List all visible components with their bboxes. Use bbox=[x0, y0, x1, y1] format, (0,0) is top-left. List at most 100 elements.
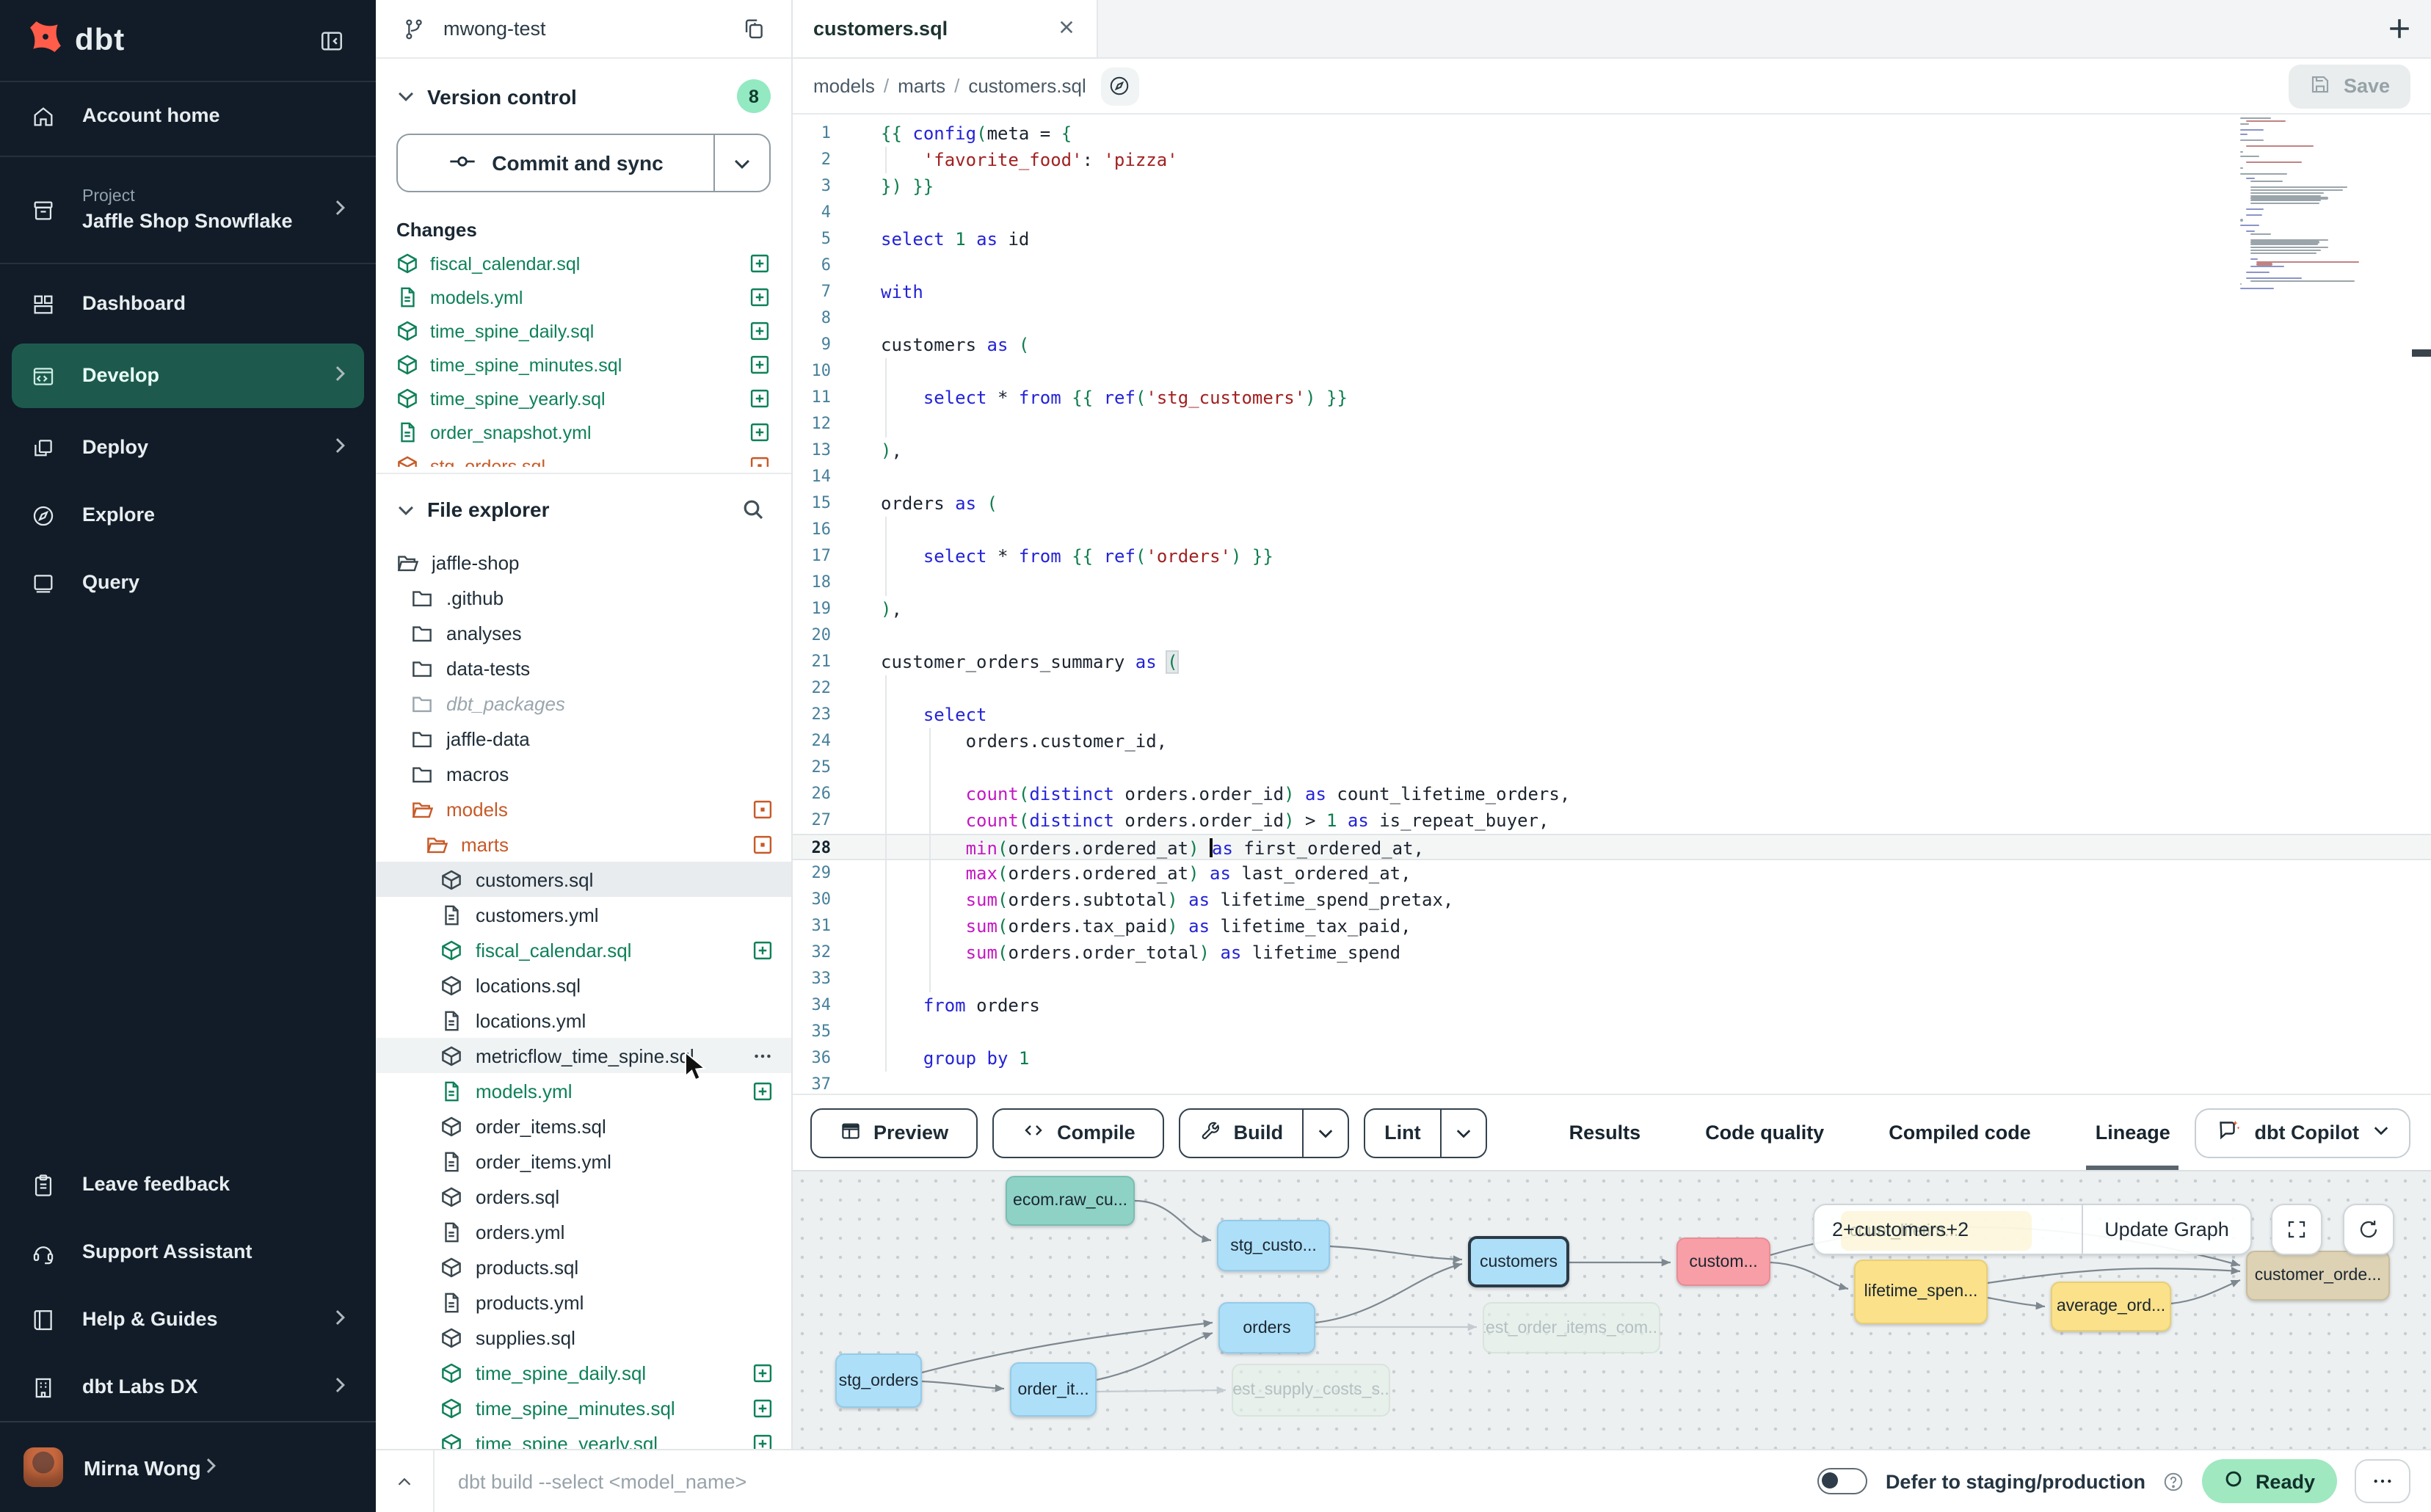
code-line-20[interactable]: 20 bbox=[793, 622, 2431, 649]
code-line-26[interactable]: 26 count(distinct orders.order_id) as co… bbox=[793, 781, 2431, 807]
file-explorer-header[interactable]: File explorer bbox=[376, 474, 791, 539]
code-line-19[interactable]: 19), bbox=[793, 596, 2431, 622]
sidebar-item-project[interactable]: ProjectJaffle Shop Snowflake bbox=[0, 163, 376, 257]
branch-name[interactable]: mwong-test bbox=[443, 18, 735, 40]
sidebar-item-dbt-labs-dx[interactable]: dbt Labs DX bbox=[0, 1353, 376, 1421]
copy-branch-icon[interactable] bbox=[735, 11, 771, 46]
changed-file-order_snapshot.yml[interactable]: order_snapshot.yml bbox=[376, 415, 791, 449]
code-line-10[interactable]: 10 bbox=[793, 358, 2431, 385]
file-tree-item-supplies.sql[interactable]: supplies.sql bbox=[376, 1320, 791, 1355]
panel-tab-code-quality[interactable]: Code quality bbox=[1705, 1095, 1824, 1170]
sidebar-item-deploy[interactable]: Deploy bbox=[0, 414, 376, 481]
stage-plus-icon[interactable] bbox=[750, 939, 774, 961]
more-options-button[interactable] bbox=[2355, 1459, 2410, 1503]
file-tree-item-orders.yml[interactable]: orders.yml bbox=[376, 1214, 791, 1249]
file-tree-item-data-tests[interactable]: data-tests bbox=[376, 650, 791, 686]
version-control-header[interactable]: Version control 8 bbox=[376, 59, 791, 125]
update-graph-button[interactable]: Update Graph bbox=[2082, 1205, 2250, 1254]
lineage-node-customers[interactable]: customers bbox=[1468, 1236, 1569, 1287]
file-tree-item-locations.sql[interactable]: locations.sql bbox=[376, 967, 791, 1003]
code-line-5[interactable]: 5select 1 as id bbox=[793, 226, 2431, 252]
command-input[interactable]: dbt build --select <model_name> bbox=[435, 1470, 1818, 1492]
stage-plus-icon[interactable] bbox=[747, 286, 771, 308]
file-tree-item-models[interactable]: models bbox=[376, 791, 791, 826]
code-editor[interactable]: 1{{ config(meta = {2 'favorite_food': 'p… bbox=[793, 115, 2431, 1094]
help-circle-icon[interactable] bbox=[2163, 1470, 2185, 1492]
code-line-17[interactable]: 17 select * from {{ ref('orders') }} bbox=[793, 543, 2431, 570]
sidebar-item-help-guides[interactable]: Help & Guides bbox=[0, 1286, 376, 1353]
file-tree-item-customers.yml[interactable]: customers.yml bbox=[376, 897, 791, 932]
file-tree-item-metricflow_time_spine.sql[interactable]: metricflow_time_spine.sql bbox=[376, 1038, 791, 1073]
code-line-12[interactable]: 12 bbox=[793, 411, 2431, 437]
changed-file-models.yml[interactable]: models.yml bbox=[376, 280, 791, 314]
changed-file-fiscal_calendar.sql[interactable]: fiscal_calendar.sql bbox=[376, 247, 791, 280]
lineage-node-customers-semantic[interactable]: custom... bbox=[1676, 1237, 1770, 1286]
sidebar-item-develop[interactable]: Develop bbox=[12, 344, 364, 408]
explore-lineage-icon[interactable] bbox=[1101, 67, 1139, 105]
close-tab-icon[interactable] bbox=[1057, 17, 1076, 40]
code-line-31[interactable]: 31 sum(orders.tax_paid) as lifetime_tax_… bbox=[793, 913, 2431, 939]
breadcrumb-segment[interactable]: customers.sql bbox=[968, 75, 1086, 97]
file-tree-item-orders.sql[interactable]: orders.sql bbox=[376, 1179, 791, 1214]
stage-plus-icon[interactable] bbox=[750, 1432, 774, 1449]
modified-dot-icon[interactable] bbox=[750, 798, 774, 820]
file-tree-item-time_spine_minutes.sql[interactable]: time_spine_minutes.sql bbox=[376, 1390, 791, 1425]
sidebar-item-leave-feedback[interactable]: Leave feedback bbox=[0, 1151, 376, 1218]
code-line-34[interactable]: 34 from orders bbox=[793, 992, 2431, 1019]
file-tree-item-macros[interactable]: macros bbox=[376, 756, 791, 791]
file-tree-item-jaffle-data[interactable]: jaffle-data bbox=[376, 721, 791, 756]
build-button[interactable]: Build bbox=[1180, 1108, 1350, 1157]
lineage-node-lifetime-spend[interactable]: lifetime_spen... bbox=[1854, 1260, 1988, 1324]
code-line-28[interactable]: 28 min(orders.ordered_at) as first_order… bbox=[793, 834, 2431, 860]
save-button[interactable]: Save bbox=[2289, 64, 2410, 108]
lineage-graph[interactable]: ecom.raw_cu... stg_custo... customers custo… bbox=[793, 1170, 2431, 1449]
lineage-fullscreen-button[interactable] bbox=[2271, 1204, 2322, 1255]
code-line-36[interactable]: 36 group by 1 bbox=[793, 1045, 2431, 1072]
stage-plus-icon[interactable] bbox=[747, 252, 771, 275]
stage-plus-icon[interactable] bbox=[747, 388, 771, 410]
code-line-22[interactable]: 22 bbox=[793, 675, 2431, 702]
code-line-13[interactable]: 13), bbox=[793, 437, 2431, 464]
code-line-2[interactable]: 2 'favorite_food': 'pizza' bbox=[793, 147, 2431, 173]
sidebar-item-support-assistant[interactable]: Support Assistant bbox=[0, 1218, 376, 1286]
breadcrumb-segment[interactable]: marts bbox=[898, 75, 945, 97]
code-line-4[interactable]: 4 bbox=[793, 200, 2431, 226]
code-line-9[interactable]: 9customers as ( bbox=[793, 332, 2431, 358]
lineage-node-ecom-raw-customers[interactable]: ecom.raw_cu... bbox=[1006, 1176, 1135, 1226]
row-menu-icon[interactable] bbox=[750, 1044, 774, 1066]
code-line-16[interactable]: 16 bbox=[793, 517, 2431, 543]
changed-file-time_spine_minutes.sql[interactable]: time_spine_minutes.sql bbox=[376, 348, 791, 382]
code-line-27[interactable]: 27 count(distinct orders.order_id) > 1 a… bbox=[793, 807, 2431, 834]
file-tree-item-locations.yml[interactable]: locations.yml bbox=[376, 1003, 791, 1038]
lineage-node-orders[interactable]: orders bbox=[1218, 1302, 1315, 1353]
defer-toggle[interactable] bbox=[1818, 1468, 1868, 1494]
commit-and-sync-button[interactable]: Commit and sync bbox=[396, 134, 771, 192]
code-line-15[interactable]: 15orders as ( bbox=[793, 490, 2431, 517]
commit-options-chevron[interactable] bbox=[713, 135, 769, 191]
lineage-node-average-order[interactable]: average_ord... bbox=[2051, 1282, 2171, 1331]
code-line-23[interactable]: 23 select bbox=[793, 702, 2431, 728]
collapse-sidebar-icon[interactable] bbox=[314, 23, 349, 58]
file-tree-item-time_spine_yearly.sql[interactable]: time_spine_yearly.sql bbox=[376, 1425, 791, 1449]
stage-plus-icon[interactable] bbox=[747, 354, 771, 376]
lineage-refresh-button[interactable] bbox=[2343, 1204, 2394, 1255]
file-tree-item-customers.sql[interactable]: customers.sql bbox=[376, 862, 791, 897]
code-line-32[interactable]: 32 sum(orders.order_total) as lifetime_s… bbox=[793, 939, 2431, 966]
lineage-node-stg-customers[interactable]: stg_custo... bbox=[1217, 1220, 1330, 1271]
sidebar-item-account-home[interactable]: Account home bbox=[0, 82, 376, 150]
code-line-29[interactable]: 29 max(orders.ordered_at) as last_ordere… bbox=[793, 860, 2431, 887]
tab-customers-sql[interactable]: customers.sql bbox=[793, 0, 1098, 57]
search-files-icon[interactable] bbox=[735, 492, 771, 527]
code-line-30[interactable]: 30 sum(orders.subtotal) as lifetime_spen… bbox=[793, 887, 2431, 913]
lineage-node-order-items[interactable]: order_it... bbox=[1010, 1362, 1097, 1417]
stage-plus-icon[interactable] bbox=[750, 1362, 774, 1384]
sidebar-item-query[interactable]: Query bbox=[0, 549, 376, 617]
file-tree-item-jaffle-shop[interactable]: jaffle-shop bbox=[376, 545, 791, 580]
new-tab-button[interactable] bbox=[2366, 0, 2431, 57]
file-tree-item-dbt_packages[interactable]: dbt_packages bbox=[376, 686, 791, 721]
file-tree-item-order_items.sql[interactable]: order_items.sql bbox=[376, 1108, 791, 1144]
status-ready-badge[interactable]: Ready bbox=[2203, 1459, 2337, 1503]
lineage-node-test-order-items[interactable]: test_order_items_com... bbox=[1483, 1302, 1660, 1353]
build-options-chevron[interactable] bbox=[1302, 1109, 1348, 1156]
file-tree-item-analyses[interactable]: analyses bbox=[376, 615, 791, 650]
